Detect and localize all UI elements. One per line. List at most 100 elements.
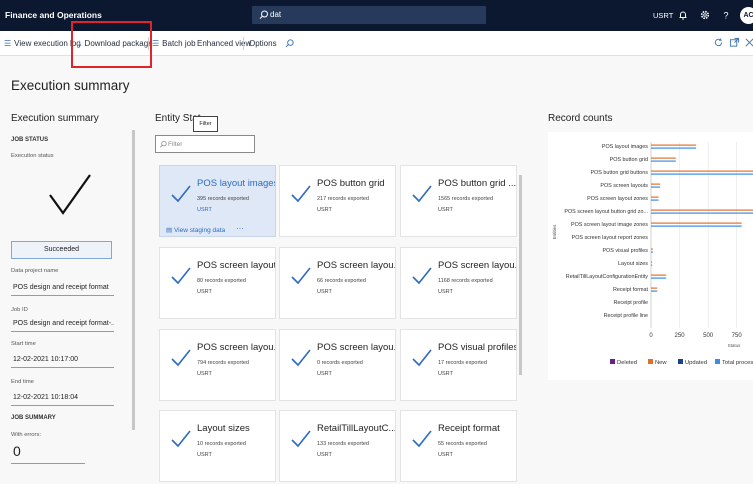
bar [651,196,659,198]
records-exported: 10 records exported [197,441,246,447]
x-axis-label: Status [728,343,742,348]
start-time-field[interactable]: 12-02-2021 10:17:00 [11,353,114,368]
legend-swatch [678,359,683,364]
checkmark-icon [291,430,311,448]
bar [651,209,753,211]
gear-icon[interactable] [699,9,711,21]
search-icon [160,140,167,148]
legend-swatch [648,359,653,364]
divider [243,37,244,50]
view-staging-data-link[interactable]: ▤ View staging data [166,226,225,234]
checkmark-icon [291,267,311,285]
list-icon: ☰ [152,39,160,48]
records-exported: 1168 records exported [438,278,493,284]
filter-input[interactable]: Filter [155,135,255,153]
legend-label: New [655,360,667,366]
app-title[interactable]: Finance and Operations [5,10,102,20]
entity-card[interactable]: RetailTillLayoutC... 133 records exported… [279,410,396,482]
records-exported: 0 records exported [317,360,363,366]
company-code: USRT [438,289,453,295]
options-button[interactable]: Options [249,39,277,48]
y-tick-label: POS button grid [610,157,648,163]
entity-card[interactable]: POS screen layou... 66 records exported US… [279,247,396,319]
entity-name: POS button grid ... [438,178,516,189]
bar [651,170,753,172]
legend-label: Total process [722,360,753,366]
y-tick-label: POS screen layout report zones [572,235,649,241]
bar [651,290,658,292]
scrollbar[interactable] [519,175,522,375]
bar [651,261,653,263]
project-name-field[interactable]: POS design and receipt format [11,281,114,296]
bar [651,248,653,250]
entity-name: POS screen layou... [317,260,395,271]
entity-card[interactable]: POS visual profiles 17 records exported US… [400,329,517,401]
filter-tooltip: Filter [193,116,218,132]
company-code: USRT [317,371,332,377]
batch-job-button[interactable]: ☰ Batch job [152,39,196,48]
entity-card[interactable]: POS screen layou... 794 records exported U… [159,329,276,401]
x-tick-label: 0 [649,333,653,339]
company-code: USRT [317,452,332,458]
x-tick-label: 500 [703,333,714,339]
checkmark-icon [171,185,191,203]
job-summary-heading: JOB SUMMARY [11,415,56,421]
company-code: USRT [197,452,212,458]
search-input[interactable]: dat [252,6,486,24]
company-picker[interactable]: USRT [653,11,673,20]
legend-swatch [610,359,615,364]
entity-name: Layout sizes [197,423,250,434]
y-tick-label: Layout sizes [618,261,648,267]
entity-card[interactable]: Layout sizes 10 records exported USRT [159,410,276,482]
entity-status-pane: Entity Stat Filter POS layout images 395 … [155,110,527,482]
records-exported: 17 records exported [438,360,487,366]
bar [651,173,753,175]
y-tick-label: Receipt format [613,287,649,293]
scrollbar[interactable] [132,130,135,430]
entity-card[interactable]: Receipt format 55 records exported USRT [400,410,517,482]
entity-card[interactable]: POS screen layouts 80 records exported USR… [159,247,276,319]
records-exported: 55 records exported [438,441,487,447]
entity-name: POS button grid [317,178,385,189]
entity-card[interactable]: POS button grid 217 records exported USRT [279,165,396,237]
legend-label: Updated [685,360,707,366]
entity-card[interactable]: POS layout images 395 records exported USR… [159,165,276,237]
entity-card[interactable]: POS screen layou... 0 records exported USR… [279,329,396,401]
search-icon[interactable] [284,38,295,49]
execution-status-label: Execution status [11,153,54,159]
legend-label: Deleted [617,360,637,366]
end-time-field[interactable]: 12-02-2021 10:18:04 [11,391,114,406]
record-counts-chart: POS layout images POS button grid POS butt… [552,142,753,366]
help-icon[interactable]: ? [720,9,732,21]
records-exported: 80 records exported [197,278,246,284]
entity-card[interactable]: POS screen layou... 1168 records exported… [400,247,517,319]
open-new-window-icon[interactable] [729,37,740,48]
y-tick-label: POS visual profiles [602,248,648,254]
checkmark-icon [171,430,191,448]
bar [651,287,658,289]
y-axis-label: Entities [552,224,557,240]
bar [651,225,742,227]
checkmark-icon [171,267,191,285]
entity-name: POS screen layou... [197,342,275,353]
job-id-label: Job ID [11,307,28,313]
bell-icon[interactable] [677,9,689,21]
x-tick-label: 250 [675,333,686,339]
close-icon[interactable] [744,37,753,48]
job-id-field[interactable]: POS design and receipt format-... [11,317,114,332]
company-code: USRT [317,207,332,213]
view-execution-log-button[interactable]: ☰ View execution log [4,39,81,48]
more-options-button[interactable]: ··· [236,224,244,233]
records-exported: 395 records exported [197,196,249,202]
section-title: Execution summary [11,113,99,124]
refresh-icon[interactable] [713,37,724,48]
search-icon [259,10,268,19]
filter-placeholder: Filter [168,141,183,148]
avatar[interactable]: AC [740,7,753,24]
entity-name: Receipt format [438,423,500,434]
highlight-box [71,21,152,68]
checkmark-icon [49,174,91,215]
document-icon: ▤ [166,227,174,234]
company-code: USRT [197,289,212,295]
entity-card[interactable]: POS button grid ... 1565 records exported… [400,165,517,237]
